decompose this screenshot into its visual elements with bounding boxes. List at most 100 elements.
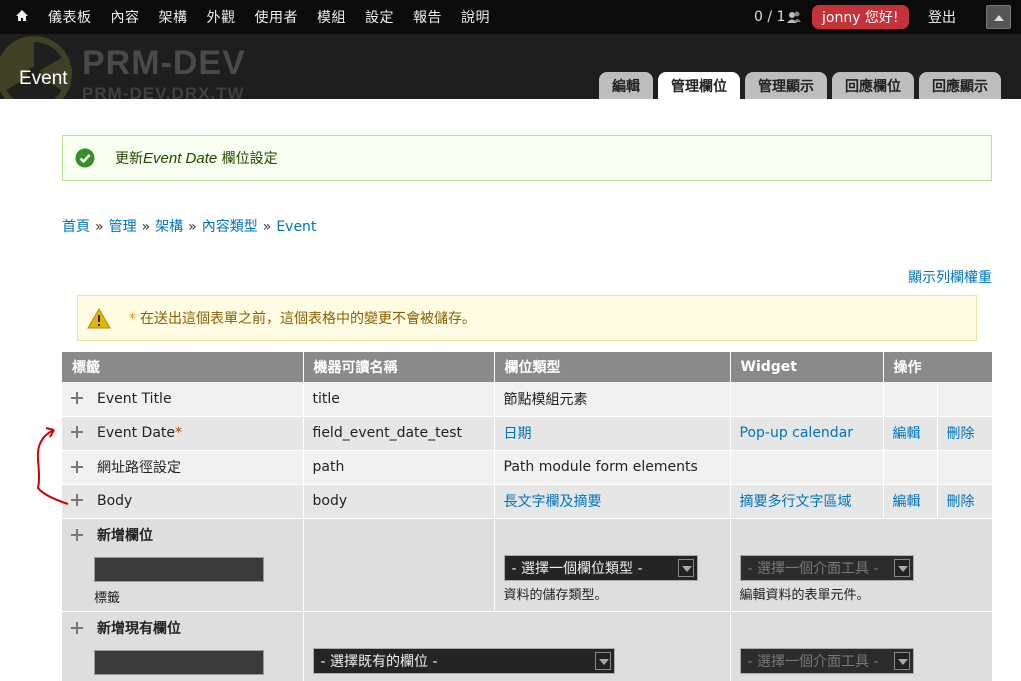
breadcrumb-admin[interactable]: 管理	[109, 219, 137, 235]
chevron-down-icon	[893, 558, 910, 577]
existing-widget-cell: - 選擇一個介面工具 -	[730, 611, 993, 681]
machine-name-cell: body	[303, 484, 495, 519]
status-text: 更新Event Date 欄位設定	[115, 148, 278, 168]
menu-item-modules[interactable]: 模組	[317, 7, 346, 27]
new-field-machine-cell	[303, 518, 495, 612]
shortcuts-toggle-button[interactable]	[986, 5, 1011, 29]
field-type-cell: Path module form elements	[494, 450, 731, 485]
menu-item-reports[interactable]: 報告	[413, 7, 442, 27]
check-circle-icon	[75, 148, 95, 168]
widget-cell: 摘要多行文字區域	[730, 484, 884, 519]
field-label: 網址路徑設定	[97, 460, 181, 476]
existing-field-select-value: - 選擇既有的欄位 -	[320, 653, 438, 670]
menu-item-structure[interactable]: 架構	[159, 7, 188, 27]
field-label-cell: 網址路徑設定	[62, 450, 304, 485]
existing-field-label-cell: 新增現有欄位	[62, 611, 304, 681]
tab-manage-display[interactable]: 管理顯示	[745, 72, 827, 99]
field-type-select[interactable]: - 選擇一個欄位類型 -	[503, 554, 698, 581]
breadcrumb-home[interactable]: 首頁	[62, 219, 90, 235]
warning-message: * 在送出這個表單之前，這個表格中的變更不會被儲存。	[77, 295, 977, 341]
menu-item-dashboard[interactable]: 儀表板	[48, 7, 92, 27]
home-icon[interactable]	[14, 8, 30, 24]
hand-drawn-arrow-annotation	[36, 427, 69, 505]
new-field-label-caption: 標籤	[94, 590, 121, 606]
existing-widget-select[interactable]: - 選擇一個介面工具 -	[739, 647, 914, 674]
warning-text: * 在送出這個表單之前，這個表格中的變更不會被儲存。	[129, 308, 476, 328]
chevron-down-icon	[594, 651, 611, 670]
status-suffix: 欄位設定	[217, 151, 278, 167]
new-field-widget-cell: - 選擇一個介面工具 - 編輯資料的表單元件。	[730, 518, 993, 612]
user-counter: 0 / 1	[754, 0, 802, 34]
user-counter-text: 0 / 1	[754, 9, 786, 25]
site-name[interactable]: PRM-DEV	[82, 44, 246, 83]
existing-field-select[interactable]: - 選擇既有的欄位 -	[312, 647, 615, 674]
breadcrumb-structure[interactable]: 架構	[155, 219, 183, 235]
tab-comment-fields[interactable]: 回應欄位	[832, 72, 914, 99]
widget-select-value: - 選擇一個介面工具 -	[747, 560, 879, 577]
breadcrumb-event[interactable]: Event	[276, 219, 316, 235]
chevron-down-icon	[893, 651, 910, 670]
drag-handle-icon[interactable]	[71, 391, 83, 404]
page-title: Event	[19, 68, 68, 89]
field-type-link[interactable]: 長文字欄及摘要	[504, 494, 602, 510]
header-machine-name: 機器可讀名稱	[303, 352, 495, 382]
user-greeting[interactable]: jonny 您好!	[812, 5, 909, 29]
field-type-link[interactable]: 日期	[504, 426, 532, 442]
field-type-description: 資料的儲存類型。	[503, 587, 608, 603]
delete-link[interactable]: 刪除	[947, 494, 975, 510]
field-label-cell: Event Date*	[62, 416, 304, 451]
drag-handle-icon[interactable]	[71, 528, 83, 541]
drag-handle-icon[interactable]	[71, 461, 83, 473]
show-row-weights-link[interactable]: 顯示列欄權重	[908, 267, 992, 287]
delete-link[interactable]: 刪除	[947, 426, 975, 442]
menu-item-appearance[interactable]: 外觀	[207, 7, 236, 27]
menu-item-content[interactable]: 內容	[111, 7, 140, 27]
widget-select[interactable]: - 選擇一個介面工具 -	[739, 554, 914, 581]
tab-comment-display[interactable]: 回應顯示	[919, 72, 1001, 99]
breadcrumb-separator: »	[95, 219, 104, 235]
machine-name-cell: title	[303, 382, 495, 417]
header-operations: 操作	[883, 352, 993, 382]
widget-link[interactable]: 摘要多行文字區域	[740, 494, 852, 510]
branding-header: PRM-DEV PRM-DEV.DRX.TW Event 編輯 管理欄位 管理顯…	[0, 34, 1021, 99]
drag-handle-icon[interactable]	[71, 494, 83, 506]
edit-link[interactable]: 編輯	[893, 426, 921, 442]
breadcrumb-content-types[interactable]: 內容類型	[202, 219, 258, 235]
status-prefix: 更新	[115, 151, 143, 167]
breadcrumb-separator: »	[262, 219, 272, 235]
table-row: 網址路徑設定 path Path module form elements	[62, 450, 993, 485]
table-row: Event Title title 節點模組元素	[62, 382, 993, 417]
status-field-name: Event Date	[143, 150, 218, 167]
field-label-cell: Body	[62, 484, 304, 519]
logout-link[interactable]: 登出	[928, 0, 956, 34]
warning-star: *	[129, 311, 136, 327]
widget-link[interactable]: Pop-up calendar	[740, 425, 854, 441]
new-field-label-cell: 新增欄位 標籤	[62, 518, 304, 612]
delete-cell: 刪除	[937, 484, 993, 519]
edit-cell	[883, 450, 938, 485]
widget-cell: Pop-up calendar	[730, 416, 884, 451]
new-field-label-input[interactable]	[94, 556, 264, 582]
machine-name-cell: field_event_date_test	[303, 416, 495, 451]
delete-cell	[937, 450, 993, 485]
new-field-title: 新增欄位	[97, 527, 153, 544]
menu-item-help[interactable]: 說明	[461, 7, 490, 27]
edit-link[interactable]: 編輯	[893, 494, 921, 510]
menu-item-people[interactable]: 使用者	[255, 7, 299, 27]
widget-cell	[730, 382, 884, 417]
tab-edit[interactable]: 編輯	[599, 72, 653, 99]
field-type-select-value: - 選擇一個欄位類型 -	[511, 560, 643, 577]
delete-cell: 刪除	[937, 416, 993, 451]
admin-toolbar: 儀表板 內容 架構 外觀 使用者 模組 設定 報告 說明 0 / 1 jonny…	[0, 0, 1021, 34]
menu-item-configuration[interactable]: 設定	[365, 7, 394, 27]
drag-handle-icon[interactable]	[71, 426, 83, 438]
drag-handle-icon[interactable]	[71, 621, 83, 634]
header-field-type: 欄位類型	[494, 352, 731, 382]
widget-description: 編輯資料的表單元件。	[739, 587, 870, 603]
existing-field-label-input[interactable]	[94, 649, 264, 675]
table-row: Body body 長文字欄及摘要 摘要多行文字區域 編輯 刪除	[62, 484, 993, 519]
new-field-type-cell: - 選擇一個欄位類型 - 資料的儲存類型。	[494, 518, 731, 612]
field-type-cell: 長文字欄及摘要	[494, 484, 731, 519]
warning-icon	[87, 307, 111, 328]
tab-manage-fields[interactable]: 管理欄位	[658, 72, 740, 99]
